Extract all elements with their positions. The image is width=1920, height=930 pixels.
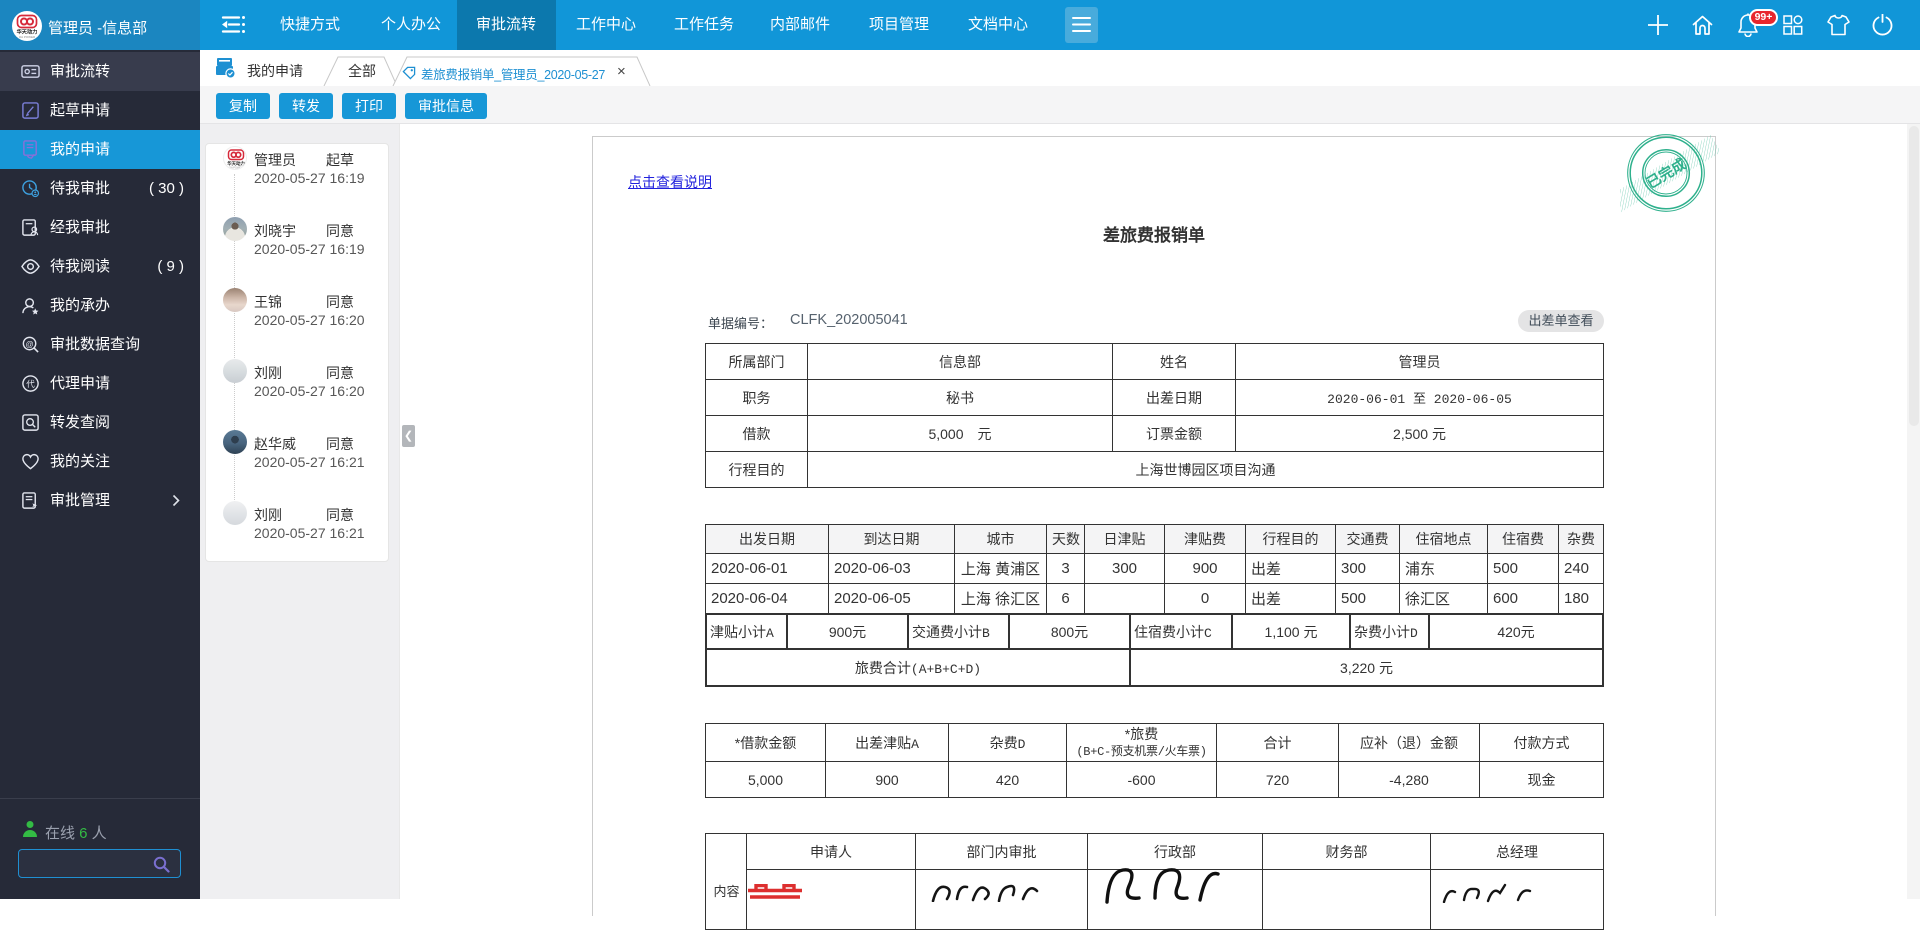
svg-text:OA POWER: OA POWER [229, 166, 243, 170]
svg-text:代: 代 [26, 379, 35, 389]
svg-text:@: @ [25, 340, 33, 349]
svg-text:OA POWER: OA POWER [19, 35, 36, 39]
